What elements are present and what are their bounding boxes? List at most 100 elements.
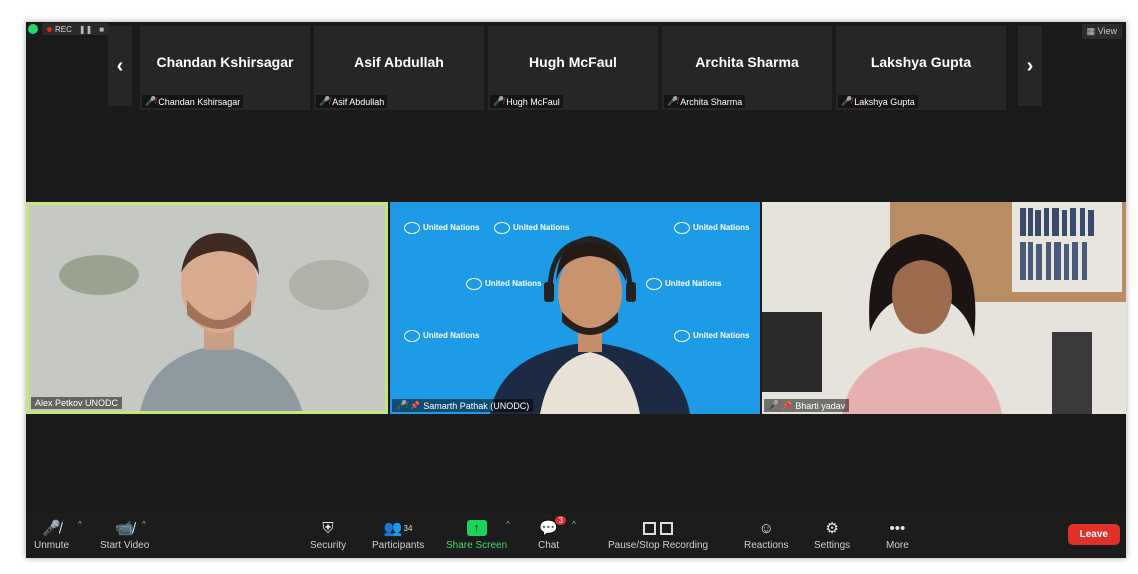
- chat-button[interactable]: 💬 3 Chat: [538, 516, 566, 551]
- record-dot-icon: [47, 26, 52, 32]
- recording-indicator: REC ❚❚ ■: [42, 23, 110, 35]
- un-logo: United Nations: [494, 222, 569, 234]
- mic-muted-icon: 🎤̸: [145, 96, 157, 106]
- more-label: More: [886, 540, 909, 551]
- strip-tile-chandan[interactable]: Chandan Kshirsagar 🎤̸ Chandan Kshirsagar: [140, 26, 310, 110]
- chat-options-caret-icon[interactable]: ^: [572, 520, 576, 529]
- un-logo-text: United Nations: [423, 331, 480, 340]
- participant-label: 🎤̸ Archita Sharma: [664, 95, 746, 108]
- pin-icon: 📌: [410, 401, 421, 410]
- participant-label-text: Archita Sharma: [680, 96, 743, 107]
- unmute-button[interactable]: 🎤̸ Unmute: [34, 518, 69, 551]
- un-emblem-icon: [674, 330, 690, 342]
- participant-label-text: Lakshya Gupta: [854, 96, 915, 107]
- un-emblem-icon: [404, 222, 420, 234]
- participant-label-text: Hugh McFaul: [506, 96, 560, 107]
- mic-muted-icon: 🎤̸: [493, 96, 505, 106]
- mic-muted-icon: 🎤̸: [319, 96, 331, 106]
- video-feed-bharti: [762, 202, 1126, 414]
- video-options-caret-icon[interactable]: ^: [142, 520, 146, 529]
- pin-icon: 📌: [782, 401, 793, 410]
- participant-label-text: Chandan Kshirsagar: [158, 96, 241, 107]
- un-logo: United Nations: [674, 330, 749, 342]
- participant-name-label: 🎤̸ 📌 Samarth Pathak (UNODC): [392, 399, 534, 412]
- share-screen-icon-wrap: ↑: [466, 518, 487, 538]
- participants-count: 34: [403, 523, 413, 533]
- strip-tile-asif[interactable]: Asif Abdullah 🎤̸ Asif Abdullah: [314, 26, 484, 110]
- video-tile-alex[interactable]: Alex Petkov UNODC: [26, 202, 388, 414]
- settings-button[interactable]: ⚙ Settings: [814, 518, 850, 551]
- mic-muted-icon: 🎤̸: [42, 520, 61, 537]
- strip-tile-archita[interactable]: Archita Sharma 🎤̸ Archita Sharma: [662, 26, 832, 110]
- participant-name-text: Bharti yadav: [795, 400, 846, 411]
- un-emblem-icon: [466, 278, 482, 290]
- participant-label: 🎤̸ Asif Abdullah: [316, 95, 388, 108]
- un-emblem-icon: [646, 278, 662, 290]
- view-label: View: [1097, 26, 1117, 36]
- participant-name: Archita Sharma: [695, 54, 799, 70]
- share-screen-button[interactable]: ↑ Share Screen: [446, 518, 507, 551]
- participants-icon: 👥 34: [383, 520, 413, 537]
- strip-tile-lakshya[interactable]: Lakshya Gupta 🎤̸ Lakshya Gupta: [836, 26, 1006, 110]
- chevron-left-icon[interactable]: ‹: [108, 26, 132, 106]
- un-emblem-icon: [674, 222, 690, 234]
- chat-label: Chat: [538, 540, 560, 551]
- chat-icon: 💬 3: [539, 516, 566, 538]
- stop-icon: [660, 521, 674, 535]
- more-button[interactable]: ••• More: [886, 518, 909, 552]
- security-button[interactable]: ⛨ Security: [310, 518, 347, 552]
- settings-label: Settings: [814, 540, 851, 551]
- participant-name-text: Alex Petkov UNODC: [35, 398, 119, 408]
- mic-muted-icon: 🎤̸: [768, 400, 780, 410]
- un-logo-text: United Nations: [423, 223, 480, 232]
- participant-label: 🎤̸ Lakshya Gupta: [838, 95, 918, 108]
- encryption-shield-icon[interactable]: [28, 24, 38, 34]
- pause-recording-icon[interactable]: ❚❚: [79, 25, 92, 34]
- share-screen-label: Share Screen: [446, 540, 508, 551]
- share-screen-icon: ↑: [466, 520, 487, 536]
- unmute-label: Unmute: [34, 540, 70, 551]
- strip-tile-hugh[interactable]: Hugh McFaul 🎤̸ Hugh McFaul: [488, 26, 658, 110]
- audio-options-caret-icon[interactable]: ^: [78, 520, 82, 529]
- participant-name-text: Samarth Pathak (UNODC): [423, 400, 530, 411]
- chevron-right-icon[interactable]: ›: [1018, 26, 1042, 106]
- security-label: Security: [310, 540, 347, 551]
- more-icon: •••: [889, 519, 906, 537]
- un-logo-text: United Nations: [485, 279, 542, 288]
- pause-icon: [643, 521, 657, 535]
- share-options-caret-icon[interactable]: ^: [506, 520, 510, 529]
- mic-muted-icon: 🎤̸: [396, 400, 408, 410]
- participant-label: 🎤̸ Chandan Kshirsagar: [142, 95, 244, 108]
- leave-button[interactable]: Leave: [1067, 524, 1120, 545]
- meeting-toolbar: 🎤̸ Unmute ^ 📹̸ Start Video ^ ⛨ Security …: [26, 514, 1126, 558]
- pause-stop-recording-button[interactable]: Pause/Stop Recording: [608, 518, 708, 551]
- view-button[interactable]: ▦ View: [1081, 24, 1122, 39]
- un-logo-text: United Nations: [693, 223, 750, 232]
- reactions-label: Reactions: [744, 540, 789, 551]
- un-logo: United Nations: [404, 222, 479, 234]
- reactions-button[interactable]: ☺ Reactions: [744, 518, 789, 552]
- participant-name: Asif Abdullah: [354, 54, 444, 70]
- participant-label-text: Asif Abdullah: [332, 96, 385, 107]
- un-emblem-icon: [404, 330, 420, 342]
- shield-icon: ⛨: [322, 519, 334, 537]
- un-logo: United Nations: [404, 330, 479, 342]
- participant-name: Chandan Kshirsagar: [156, 54, 294, 70]
- rec-label: REC: [55, 24, 72, 34]
- video-tile-samarth[interactable]: United Nations United Nations United Nat…: [390, 202, 760, 414]
- un-emblem-icon: [494, 222, 510, 234]
- participant-name: Lakshya Gupta: [870, 54, 972, 70]
- participant-name-label: 🎤̸ 📌 Bharti yadav: [764, 399, 850, 412]
- chat-unread-badge: 3: [555, 516, 566, 525]
- video-feed-alex: [29, 205, 385, 411]
- participants-label: Participants: [372, 540, 425, 551]
- video-tile-bharti[interactable]: 🎤̸ 📌 Bharti yadav: [762, 202, 1126, 414]
- participant-name-label: Alex Petkov UNODC: [31, 397, 123, 409]
- mic-muted-icon: 🎤̸: [667, 96, 679, 106]
- participant-label: 🎤̸ Hugh McFaul: [490, 95, 563, 108]
- recording-label: Pause/Stop Recording: [608, 540, 709, 551]
- mic-muted-icon: 🎤̸: [841, 96, 853, 106]
- participants-button[interactable]: 👥 34 Participants: [372, 518, 424, 551]
- stop-recording-icon[interactable]: ■: [99, 25, 104, 34]
- un-logo-text: United Nations: [693, 331, 750, 340]
